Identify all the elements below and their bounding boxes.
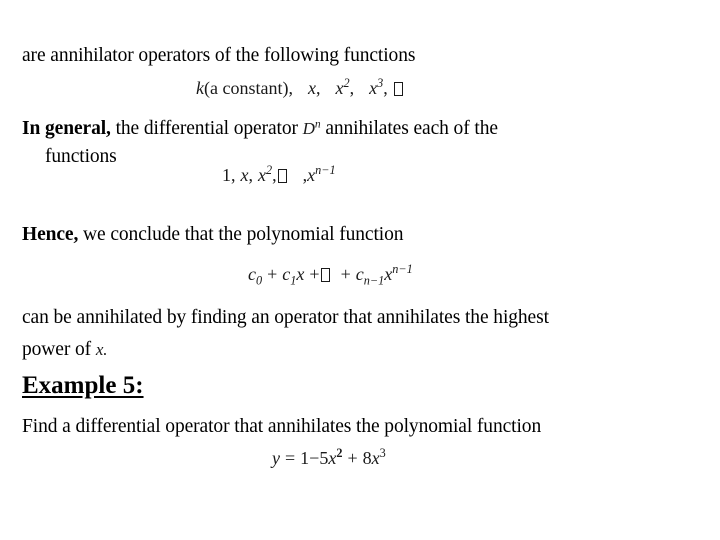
- eq1-comma-3: ,: [383, 78, 388, 98]
- power-of-variable: x.: [95, 340, 108, 359]
- eq4-equals: =: [285, 448, 296, 468]
- eq4-eight: 8: [362, 448, 372, 468]
- eq4-one: 1: [300, 448, 310, 468]
- eq3-x1: x: [296, 264, 305, 284]
- in-general-bold: In general,: [22, 118, 111, 139]
- eq2-xn-exponent: n−1: [315, 163, 336, 177]
- eq2-x1: x: [240, 165, 249, 185]
- eq2-x2: x: [258, 165, 266, 185]
- eq3-plus-1: +: [267, 264, 278, 284]
- eq3-cn: c: [355, 264, 364, 284]
- eq4-y: y: [272, 448, 280, 468]
- eq3-plus-3: +: [340, 264, 351, 284]
- find-operator-line: Find a differential operator that annihi…: [22, 416, 542, 437]
- intro-text-line: are annihilator operators of the followi…: [22, 45, 416, 66]
- power-of-label: power of: [22, 339, 96, 360]
- hence-rest: we conclude that the polynomial function: [78, 224, 404, 245]
- missing-glyph-box-icon: [393, 82, 403, 96]
- eq4-plus: +: [347, 448, 358, 468]
- missing-glyph-box-icon: [277, 169, 287, 183]
- example-heading: Example 5:: [22, 372, 144, 399]
- slide-canvas: are annihilator operators of the followi…: [0, 0, 720, 540]
- eq3-c0: c: [248, 264, 256, 284]
- eq3-plus-2: +: [309, 264, 320, 284]
- missing-glyph-box-icon: [320, 268, 330, 282]
- operator-d-n: Dn: [302, 118, 321, 138]
- eq2-comma-1: ,: [231, 165, 236, 185]
- eq4-five: 5: [319, 448, 329, 468]
- eq2-one: 1: [222, 165, 231, 185]
- eq1-k: k: [196, 78, 204, 98]
- eq4-x3-exponent: 3: [379, 446, 386, 460]
- equation-example-polynomial: y = 1−5x2 +8x3: [272, 446, 386, 469]
- eq1-comma-2: ,: [349, 78, 355, 98]
- in-general-rest-b: annihilates each of the: [320, 118, 498, 139]
- equation-functions-list: k(a constant), x, x2, x3,: [196, 77, 404, 99]
- equation-polynomial-general: c0 + c1x + + cn−1xn−1: [248, 262, 413, 288]
- hence-line: Hence, we conclude that the polynomial f…: [22, 222, 404, 248]
- eq3-cn-subscript: n−1: [363, 273, 385, 288]
- eq2-comma-3: ,: [272, 165, 277, 185]
- in-general-rest-a: the differential operator: [110, 118, 303, 139]
- eq3-c0-subscript: 0: [256, 273, 263, 288]
- equation-power-series: 1, x, x2, ,xn−1: [222, 163, 336, 186]
- eq2-comma-2: ,: [248, 165, 254, 185]
- eq4-x2-exponent: 2: [336, 446, 343, 460]
- eq1-comma-1: ,: [315, 78, 321, 98]
- eq4-minus: −: [309, 448, 320, 468]
- functions-continuation-line: functions: [45, 146, 117, 167]
- eq3-xn-exponent: n−1: [392, 262, 413, 276]
- can-be-annihilated-line: can be annihilated by finding an operato…: [22, 307, 549, 328]
- eq1-a-constant: (a constant),: [204, 78, 293, 98]
- in-general-line: In general, the differential operator Dn…: [22, 116, 498, 142]
- eq2-xn: x: [307, 165, 316, 185]
- hence-bold: Hence,: [22, 224, 79, 245]
- power-of-x-line: power of x.: [22, 337, 108, 363]
- eq1-x1: x: [307, 78, 316, 98]
- operator-d-symbol: D: [302, 119, 315, 138]
- eq1-x3: x: [369, 78, 378, 98]
- eq4-x3: x: [371, 448, 380, 468]
